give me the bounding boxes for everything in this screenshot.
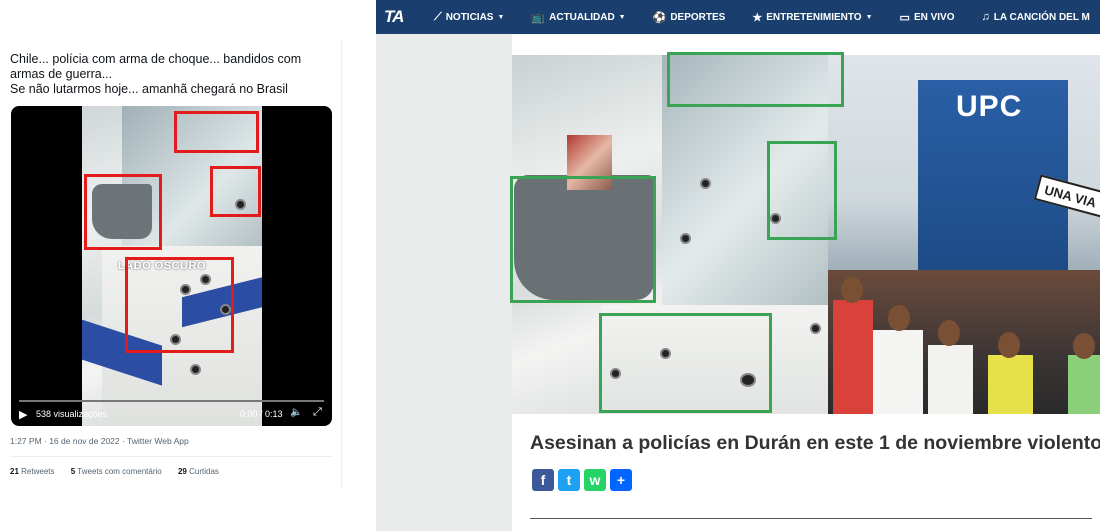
green-annotation-box (767, 141, 837, 240)
nav-item-la-cancion[interactable]: ♫ LA CANCIÓN DEL M (982, 11, 1090, 23)
stat-retweets[interactable]: 21 Retweets (10, 467, 62, 476)
share-buttons: f t w + (532, 469, 632, 491)
tweet-video[interactable]: LADO OSCURO ▶ 538 visualizações 0:00 / 0… (11, 106, 332, 426)
tweet-text-line: Chile... polícia com arma de choque... b… (10, 52, 302, 81)
red-annotation-box (84, 174, 162, 250)
stat-likes[interactable]: 29 Curtidas (178, 467, 226, 476)
green-annotation-box (667, 52, 844, 107)
divider (530, 518, 1092, 519)
site-logo[interactable]: TA (384, 7, 404, 27)
green-annotation-box (599, 313, 772, 413)
signal-icon: ⟋ (434, 10, 442, 23)
facebook-icon[interactable]: f (532, 469, 554, 491)
volume-icon[interactable]: 🔈 (290, 407, 302, 418)
music-note-icon: ♫ (981, 11, 990, 23)
play-icon[interactable]: ▶ (19, 408, 27, 421)
stat-quotes[interactable]: 5 Tweets com comentário (71, 467, 169, 476)
nav-item-deportes[interactable]: ⚽ DEPORTES (653, 11, 726, 24)
tweet-stats: 21 Retweets 5 Tweets com comentário 29 C… (10, 456, 332, 476)
video-time: 0:00 / 0:13 (240, 409, 283, 419)
chevron-down-icon: ▼ (618, 13, 626, 21)
nav-item-actualidad[interactable]: 📺 ACTUALIDAD ▼ (531, 11, 625, 24)
monitor-icon: ▭ (899, 11, 910, 24)
soccer-ball-icon: ⚽ (652, 11, 667, 24)
video-controls: ▶ 538 visualizações 0:00 / 0:13 🔈 ⤢ (11, 398, 332, 426)
share-plus-icon[interactable]: + (610, 469, 632, 491)
fullscreen-icon[interactable]: ⤢ (313, 406, 322, 419)
whatsapp-icon[interactable]: w (584, 469, 606, 491)
top-nav: TA ⟋ NOTICIAS ▼ 📺 ACTUALIDAD ▼ ⚽ DEPORTES … (376, 0, 1100, 34)
tv-retro-icon: 📺 (531, 11, 546, 24)
green-annotation-box (510, 176, 656, 303)
tweet-meta: 1:27 PM · 16 de nov de 2022 · Twitter We… (10, 436, 189, 446)
star-icon: ★ (752, 11, 763, 24)
chevron-down-icon: ▼ (497, 13, 505, 21)
nav-item-en-vivo[interactable]: ▭ EN VIVO (900, 11, 955, 24)
tweet-card: Chile... polícia com arma de choque... b… (0, 40, 342, 488)
building-sign: UPC (956, 90, 1023, 123)
tweet-text-line: Se não lutarmos hoje... amanhã chegará n… (10, 82, 288, 96)
video-progress-bar[interactable] (19, 400, 324, 402)
red-annotation-box (174, 111, 259, 153)
red-annotation-box (125, 257, 234, 353)
nav-item-entretenimiento[interactable]: ★ ENTRETENIMIENTO ▼ (752, 11, 872, 24)
screenshot-root: Chile... polícia com arma de choque... b… (0, 0, 1100, 531)
chevron-down-icon: ▼ (865, 13, 873, 21)
twitter-icon[interactable]: t (558, 469, 580, 491)
article-headline: Asesinan a policías en Durán en este 1 d… (530, 432, 1100, 454)
video-views: 538 visualizações (36, 409, 108, 419)
nav-items: ⟋ NOTICIAS ▼ 📺 ACTUALIDAD ▼ ⚽ DEPORTES ★ E… (434, 0, 1100, 34)
tweet-text: Chile... polícia com arma de choque... b… (10, 52, 332, 97)
red-annotation-box (210, 166, 261, 217)
nav-item-noticias[interactable]: ⟋ NOTICIAS ▼ (434, 11, 504, 24)
photo-crowd: UPC UNA VIA (828, 55, 1100, 414)
